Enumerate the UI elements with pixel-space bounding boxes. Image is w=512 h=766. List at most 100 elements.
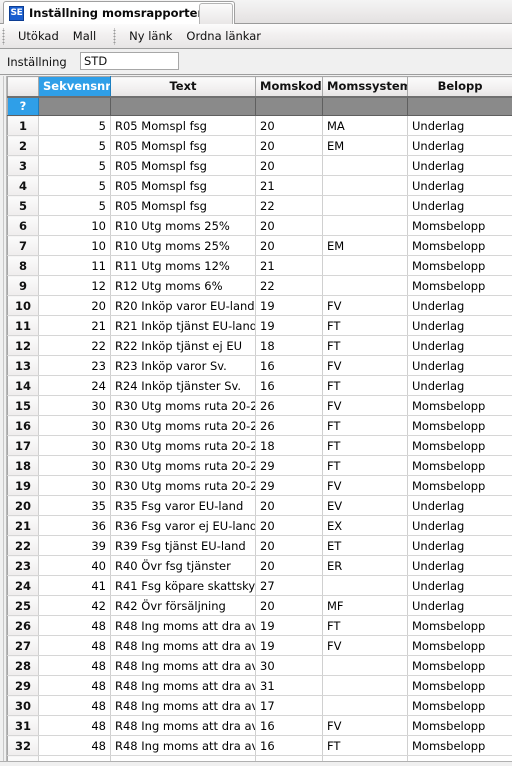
cell-text[interactable]: R48 Ing moms att dra av [110, 615, 256, 636]
row-header-cell[interactable]: 15 [7, 395, 39, 416]
row-header-cell[interactable]: 27 [7, 635, 39, 656]
cell-sekvensnr[interactable]: 30 [38, 455, 111, 476]
table-row[interactable]: 21 36 R36 Fsg varor ej EU-land 20 EX Underlag [7, 515, 512, 536]
toolbar-button-ordna-lankar[interactable]: Ordna länkar [179, 27, 268, 45]
cell-text[interactable]: R05 Momspl fsg [110, 195, 256, 216]
cell-belopp[interactable]: Momsbelopp [407, 215, 512, 236]
cell-sekvensnr[interactable]: 23 [38, 355, 111, 376]
cell-belopp[interactable]: Underlag [407, 515, 512, 536]
cell-text[interactable]: R10 Utg moms 25% [110, 215, 256, 236]
row-header-cell[interactable]: 11 [7, 315, 39, 336]
cell-sekvensnr[interactable]: 36 [38, 515, 111, 536]
table-row[interactable]: 5 5 R05 Momspl fsg 22 Underlag [7, 195, 512, 216]
table-row[interactable]: 28 48 R48 Ing moms att dra av 30 Momsbelopp [7, 655, 512, 676]
cell-sekvensnr[interactable]: 10 [38, 235, 111, 256]
cell-sekvensnr[interactable]: 48 [38, 635, 111, 656]
table-row[interactable]: 29 48 R48 Ing moms att dra av 31 Momsbelopp [7, 675, 512, 696]
row-header-cell[interactable]: 19 [7, 475, 39, 496]
row-header-cell[interactable]: 8 [7, 255, 39, 276]
row-header-cell[interactable]: 7 [7, 235, 39, 256]
cell-belopp[interactable]: Momsbelopp [407, 475, 512, 496]
filter-cell-momskod[interactable] [255, 96, 323, 116]
row-header-cell[interactable]: 29 [7, 675, 39, 696]
cell-momssystem[interactable] [322, 195, 408, 216]
cell-momssystem[interactable]: ER [322, 555, 408, 576]
cell-momskod[interactable]: 20 [255, 535, 323, 556]
table-row[interactable]: 32 48 R48 Ing moms att dra av 16 FT Momsbelop… [7, 735, 512, 756]
row-header-cell[interactable]: 22 [7, 535, 39, 556]
cell-belopp[interactable]: Momsbelopp [407, 255, 512, 276]
cell-momssystem[interactable]: FV [322, 295, 408, 316]
cell-momssystem[interactable]: FV [322, 715, 408, 736]
cell-text[interactable]: R30 Utg moms ruta 20-24 [110, 395, 256, 416]
table-row[interactable]: 24 41 R41 Fsg köpare skattskyld 27 Underlag [7, 575, 512, 596]
table-row[interactable]: 10 20 R20 Inköp varor EU-land 19 FV Underlag [7, 295, 512, 316]
cell-belopp[interactable]: Underlag [407, 555, 512, 576]
cell-momskod[interactable]: 21 [255, 175, 323, 196]
cell-sekvensnr[interactable]: 30 [38, 475, 111, 496]
cell-momssystem[interactable] [322, 255, 408, 276]
cell-momssystem[interactable] [322, 575, 408, 596]
row-header-cell[interactable]: 21 [7, 515, 39, 536]
cell-momskod[interactable]: 27 [255, 575, 323, 596]
column-header-momssystem[interactable]: Momssystem [322, 76, 408, 98]
toolbar-button-mall[interactable]: Mall [66, 27, 103, 45]
cell-sekvensnr[interactable]: 5 [38, 135, 111, 156]
cell-sekvensnr[interactable]: 11 [38, 255, 111, 276]
cell-text[interactable]: R30 Utg moms ruta 20-24 [110, 435, 256, 456]
cell-sekvensnr[interactable]: 30 [38, 435, 111, 456]
row-header-cell[interactable]: 17 [7, 435, 39, 456]
cell-belopp[interactable]: Underlag [407, 295, 512, 316]
cell-momskod[interactable]: 21 [255, 255, 323, 276]
cell-text[interactable]: R36 Fsg varor ej EU-land [110, 515, 256, 536]
table-row[interactable]: 25 42 R42 Övr försäljning 20 MF Underlag [7, 595, 512, 616]
cell-momskod[interactable]: 19 [255, 615, 323, 636]
cell-text[interactable]: R48 Ing moms att dra av [110, 655, 256, 676]
row-header-cell[interactable]: 16 [7, 415, 39, 436]
cell-text[interactable]: R42 Övr försäljning [110, 595, 256, 616]
cell-momssystem[interactable]: FT [322, 335, 408, 356]
cell-momskod[interactable]: 16 [255, 715, 323, 736]
toolbar-button-utokad[interactable]: Utökad [11, 27, 66, 45]
row-header-cell[interactable]: 25 [7, 595, 39, 616]
cell-sekvensnr[interactable]: 48 [38, 655, 111, 676]
cell-sekvensnr[interactable]: 5 [38, 175, 111, 196]
cell-text[interactable]: R35 Fsg varor EU-land [110, 495, 256, 516]
cell-momskod[interactable]: 22 [255, 275, 323, 296]
cell-momssystem[interactable]: EM [322, 235, 408, 256]
cell-belopp[interactable]: Underlag [407, 595, 512, 616]
row-header-cell[interactable]: 31 [7, 715, 39, 736]
cell-momssystem[interactable]: FT [322, 435, 408, 456]
cell-momssystem[interactable]: FT [322, 455, 408, 476]
table-row[interactable]: 13 23 R23 Inköp varor Sv. 16 FV Underlag [7, 355, 512, 376]
cell-sekvensnr[interactable]: 48 [38, 615, 111, 636]
cell-momssystem[interactable] [322, 655, 408, 676]
grid-filter-row[interactable]: ? [7, 96, 512, 116]
cell-belopp[interactable]: Underlag [407, 355, 512, 376]
cell-momssystem[interactable]: FT [322, 315, 408, 336]
cell-momskod[interactable]: 16 [255, 355, 323, 376]
cell-text[interactable]: R30 Utg moms ruta 20-24 [110, 455, 256, 476]
cell-text[interactable]: R40 Övr fsg tjänster [110, 555, 256, 576]
cell-momskod[interactable]: 20 [255, 495, 323, 516]
table-row[interactable]: 12 22 R22 Inköp tjänst ej EU 18 FT Underlag [7, 335, 512, 356]
table-row[interactable]: 22 39 R39 Fsg tjänst EU-land 20 ET Underlag [7, 535, 512, 556]
cell-momssystem[interactable]: FT [322, 415, 408, 436]
cell-text[interactable]: R24 Inköp tjänster Sv. [110, 375, 256, 396]
cell-belopp[interactable]: Underlag [407, 495, 512, 516]
cell-momssystem[interactable]: MA [322, 115, 408, 136]
table-row[interactable]: 11 21 R21 Inköp tjänst EU-land 19 FT Underlag [7, 315, 512, 336]
table-row[interactable]: 14 24 R24 Inköp tjänster Sv. 16 FT Underlag [7, 375, 512, 396]
table-row[interactable]: 3 5 R05 Momspl fsg 20 Underlag [7, 155, 512, 176]
filter-cell-sekvensnr[interactable] [38, 96, 111, 116]
cell-momskod[interactable]: 20 [255, 595, 323, 616]
row-header-cell[interactable]: 6 [7, 215, 39, 236]
cell-sekvensnr[interactable]: 40 [38, 555, 111, 576]
cell-momssystem[interactable]: EV [322, 495, 408, 516]
cell-momssystem[interactable] [322, 275, 408, 296]
column-header-rownum[interactable] [7, 76, 39, 98]
cell-momssystem[interactable]: FT [322, 735, 408, 756]
cell-belopp[interactable]: Momsbelopp [407, 735, 512, 756]
cell-momssystem[interactable]: EM [322, 135, 408, 156]
filter-cell-belopp[interactable] [407, 96, 512, 116]
